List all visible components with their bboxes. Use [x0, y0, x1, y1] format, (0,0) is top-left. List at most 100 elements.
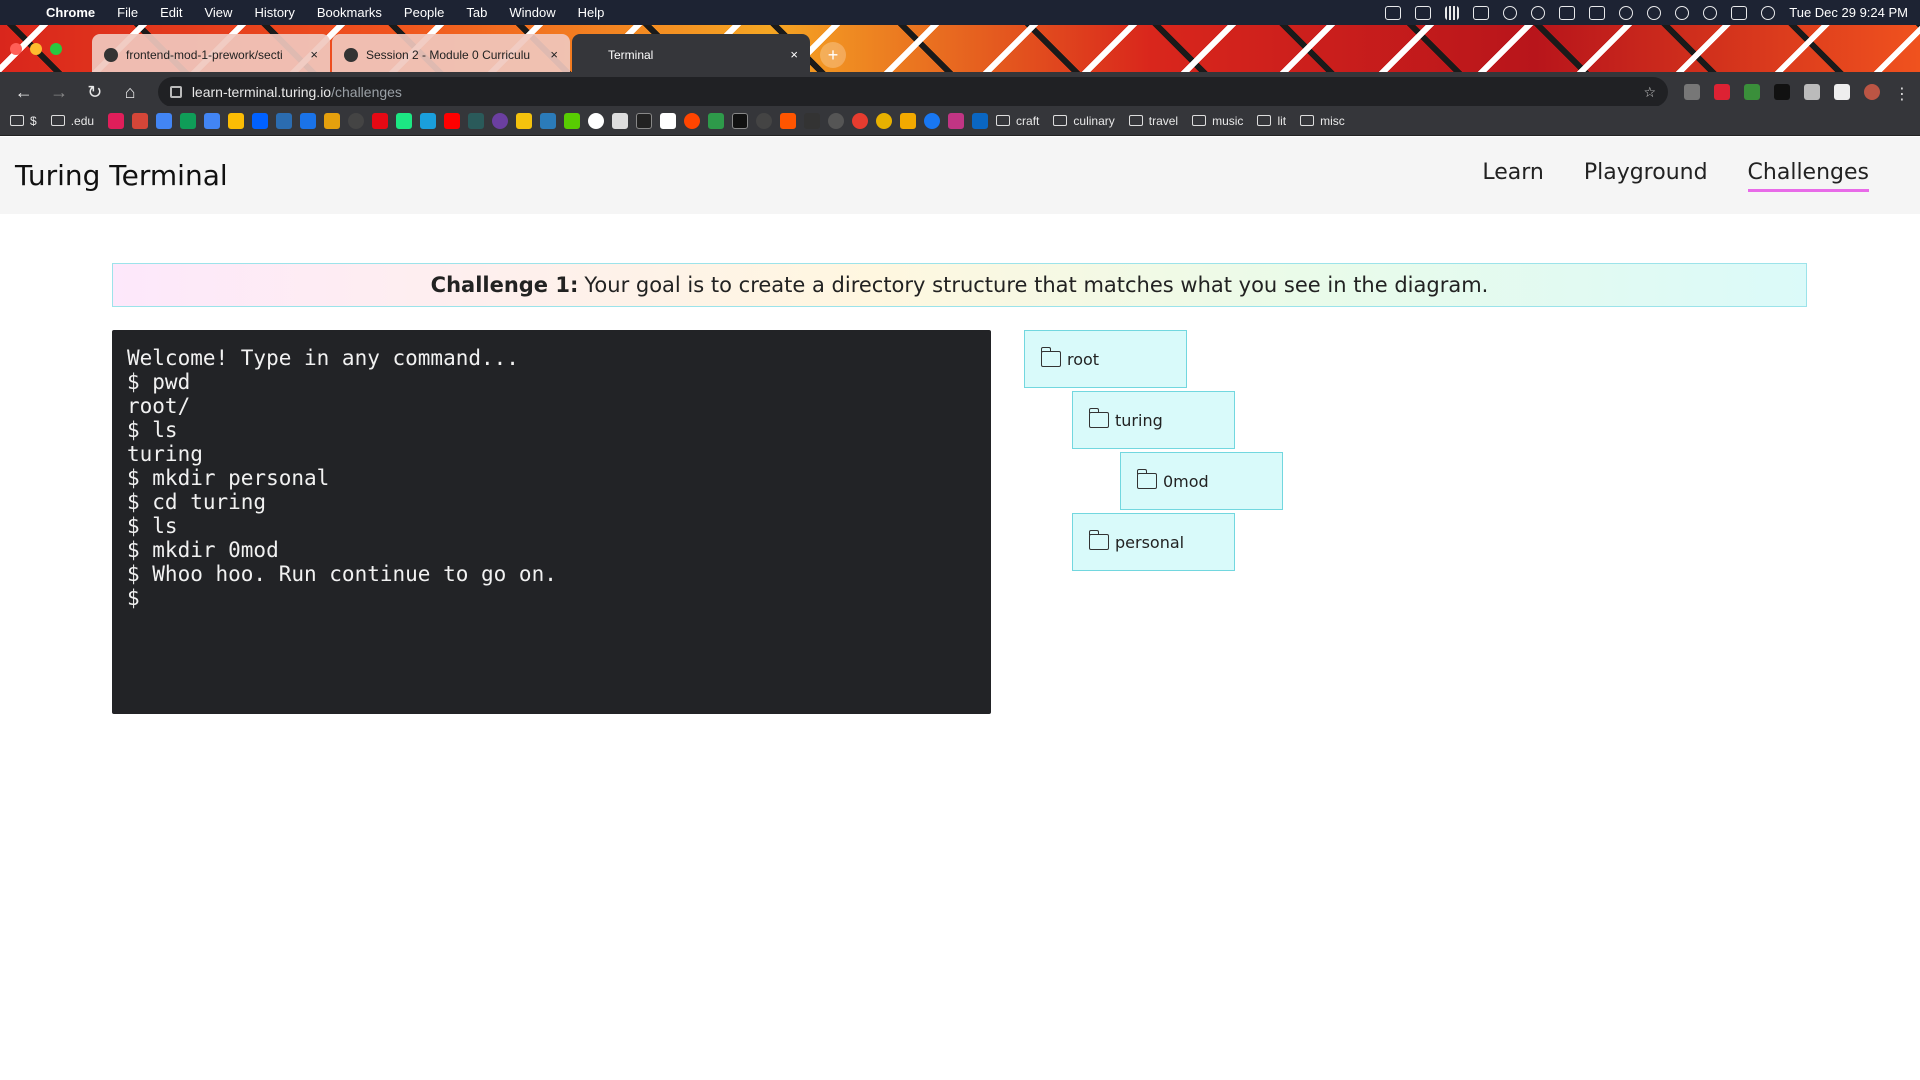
tab-github[interactable]: frontend-mod-1-prework/secti ×: [92, 34, 330, 75]
bookmark-icon[interactable]: [852, 112, 869, 129]
bookmark-icon[interactable]: [708, 112, 725, 129]
tab-close-icon[interactable]: ×: [550, 47, 558, 62]
bluetooth-icon[interactable]: [1531, 5, 1546, 20]
nav-learn[interactable]: Learn: [1482, 160, 1544, 192]
slack-icon[interactable]: [108, 112, 125, 129]
home-icon[interactable]: ⌂: [116, 82, 143, 103]
site-title[interactable]: Turing Terminal: [15, 159, 228, 192]
menu-edit[interactable]: Edit: [160, 5, 182, 20]
wifi-icon[interactable]: [1619, 5, 1634, 20]
menu-window[interactable]: Window: [509, 5, 555, 20]
facebook-icon[interactable]: [924, 112, 941, 129]
linkedin-icon[interactable]: [972, 112, 989, 129]
hulu-icon[interactable]: [396, 112, 413, 129]
bookmark-folder-lit[interactable]: lit: [1257, 114, 1286, 128]
tab-session-2[interactable]: Session 2 - Module 0 Curriculu ×: [332, 34, 570, 75]
audio-meter-icon[interactable]: [1445, 5, 1460, 20]
bookmark-folder-edu[interactable]: .edu: [50, 114, 94, 128]
dropbox-icon[interactable]: [252, 112, 269, 129]
bookmark-icon[interactable]: [468, 112, 485, 129]
bookmark-folder-music[interactable]: music: [1192, 114, 1243, 128]
gmail-icon[interactable]: [132, 112, 149, 129]
address-bar[interactable]: learn-terminal.turing.io/challenges ☆: [157, 77, 1669, 107]
wikipedia-icon[interactable]: [660, 112, 677, 129]
mail-icon[interactable]: [1473, 5, 1490, 20]
back-arrow-icon[interactable]: ←: [10, 82, 37, 103]
netflix-icon[interactable]: [372, 112, 389, 129]
bookmark-icon[interactable]: [828, 112, 845, 129]
tab-close-icon[interactable]: ×: [310, 47, 318, 62]
lock-icon[interactable]: [169, 86, 182, 98]
bookmark-folder-culinary[interactable]: culinary: [1053, 114, 1115, 128]
menu-bookmarks[interactable]: Bookmarks: [317, 5, 382, 20]
menu-view[interactable]: View: [204, 5, 232, 20]
bookmark-icon[interactable]: [516, 112, 533, 129]
display-icon[interactable]: [1589, 5, 1606, 20]
docs-icon[interactable]: [204, 112, 221, 129]
menu-app-name[interactable]: Chrome: [46, 5, 95, 20]
spotlight-search-icon[interactable]: [1703, 5, 1718, 20]
soundcloud-icon[interactable]: [780, 112, 797, 129]
extension-icon[interactable]: [1714, 84, 1731, 100]
nav-playground[interactable]: Playground: [1584, 160, 1708, 192]
menu-tab[interactable]: Tab: [466, 5, 487, 20]
sheets-icon[interactable]: [180, 112, 197, 129]
control-center-icon[interactable]: [1731, 5, 1748, 20]
bookmark-folder-dollar[interactable]: $: [10, 114, 37, 128]
nav-challenges[interactable]: Challenges: [1747, 160, 1869, 192]
plex-icon[interactable]: [324, 112, 341, 129]
bookmark-folder-misc[interactable]: misc: [1300, 114, 1345, 128]
bookmark-icon[interactable]: [492, 112, 509, 129]
duolingo-icon[interactable]: [564, 112, 581, 129]
puzzle-icon[interactable]: [1834, 84, 1851, 100]
calendar-icon[interactable]: [156, 112, 173, 129]
bookmark-icon[interactable]: [300, 112, 317, 129]
menu-help[interactable]: Help: [578, 5, 605, 20]
bookmark-icon[interactable]: [732, 112, 749, 129]
drive-icon[interactable]: [1744, 84, 1761, 100]
instagram-icon[interactable]: [948, 112, 965, 129]
extension-icon[interactable]: [1684, 84, 1701, 100]
bookmark-icon[interactable]: [756, 112, 773, 129]
new-tab-button[interactable]: +: [820, 42, 846, 68]
battery-icon[interactable]: [1559, 5, 1576, 20]
minimize-window-icon[interactable]: [30, 43, 42, 55]
reddit-icon[interactable]: [684, 112, 701, 129]
bookmark-icon[interactable]: [900, 112, 917, 129]
bookmark-star-icon[interactable]: ☆: [1643, 84, 1656, 101]
fullscreen-window-icon[interactable]: [50, 43, 62, 55]
bookmark-icon[interactable]: [588, 112, 605, 129]
kebab-menu-icon[interactable]: ⋮: [1894, 84, 1910, 103]
menu-people[interactable]: People: [404, 5, 444, 20]
menu-clock[interactable]: Tue Dec 29 9:24 PM: [1789, 5, 1908, 20]
extension-icon[interactable]: [1804, 84, 1821, 100]
bookmark-icon[interactable]: [348, 112, 365, 129]
close-window-icon[interactable]: [10, 43, 22, 55]
bookmark-icon[interactable]: [276, 112, 293, 129]
zoom-icon[interactable]: [1385, 5, 1402, 20]
drive-icon[interactable]: [228, 112, 245, 129]
reload-icon[interactable]: ↻: [81, 82, 108, 103]
bookmark-icon[interactable]: [876, 112, 893, 129]
siri-icon[interactable]: [1761, 5, 1776, 20]
time-machine-icon[interactable]: [1675, 5, 1690, 20]
profile-avatar[interactable]: [1864, 84, 1881, 100]
bookmark-icon[interactable]: [804, 112, 821, 129]
tab-close-icon[interactable]: ×: [790, 47, 798, 62]
bookmark-icon[interactable]: [540, 112, 557, 129]
extension-icon[interactable]: [1774, 84, 1791, 100]
bookmark-folder-craft[interactable]: craft: [996, 114, 1039, 128]
sling-icon[interactable]: [420, 112, 437, 129]
keyboard-icon[interactable]: [1415, 5, 1432, 20]
menu-history[interactable]: History: [254, 5, 294, 20]
forward-arrow-icon[interactable]: →: [45, 82, 72, 103]
terminal-prompt-input[interactable]: $: [127, 586, 976, 610]
user-icon[interactable]: [1647, 5, 1662, 20]
nytimes-icon[interactable]: [612, 112, 629, 129]
youtube-icon[interactable]: [444, 112, 461, 129]
menu-file[interactable]: File: [117, 5, 138, 20]
tab-terminal[interactable]: Terminal ×: [572, 34, 810, 75]
terminal-window[interactable]: Welcome! Type in any command... $ pwd ro…: [112, 330, 991, 714]
bookmark-icon[interactable]: [636, 112, 653, 129]
bookmark-folder-travel[interactable]: travel: [1128, 114, 1178, 128]
